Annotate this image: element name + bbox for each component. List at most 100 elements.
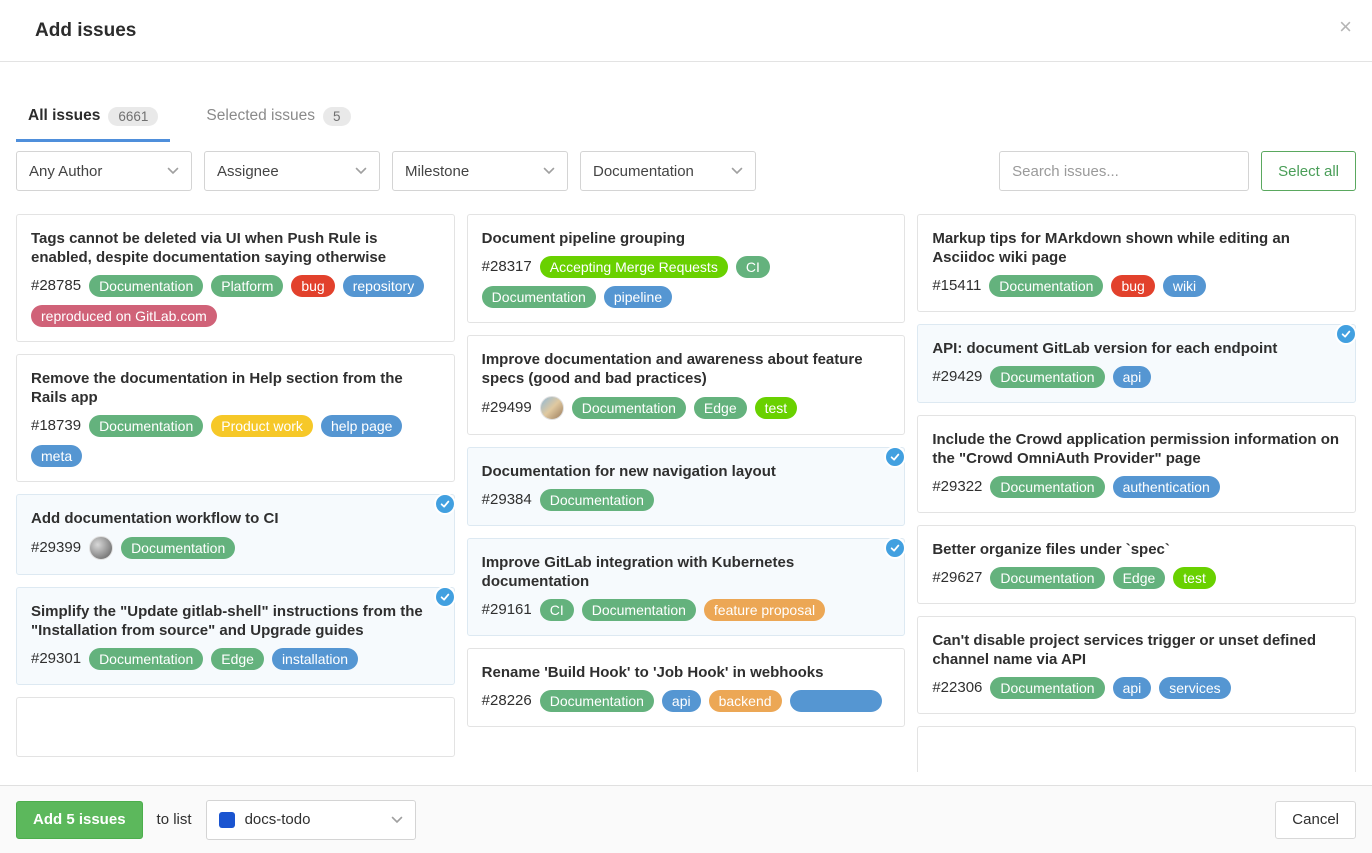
author-filter-dropdown[interactable]: Any Author: [16, 151, 192, 191]
issue-card[interactable]: Include the Crowd application permission…: [917, 415, 1356, 513]
issue-label[interactable]: api: [1113, 677, 1152, 699]
issue-label[interactable]: bug: [291, 275, 334, 297]
issue-label[interactable]: Edge: [694, 397, 747, 419]
chevron-down-icon: [355, 167, 367, 175]
list-name-label: docs-todo: [245, 811, 311, 828]
list-select-dropdown[interactable]: docs-todo: [206, 800, 416, 840]
issue-id: #29627: [932, 567, 982, 589]
select-all-button[interactable]: Select all: [1261, 151, 1356, 191]
issue-card[interactable]: Better organize files under `spec` #2962…: [917, 525, 1356, 604]
issue-card[interactable]: Documentation for new navigation layout …: [467, 447, 906, 526]
issue-title: API: document GitLab version for each en…: [932, 339, 1341, 358]
issue-card[interactable]: API: document GitLab version for each en…: [917, 324, 1356, 403]
issue-label[interactable]: Accepting Merge Requests: [540, 256, 728, 278]
issue-label[interactable]: api: [662, 690, 701, 712]
search-issues-input[interactable]: [999, 151, 1249, 191]
issue-card[interactable]: Remove the documentation in Help section…: [16, 354, 455, 482]
issue-id: #22306: [932, 677, 982, 699]
issue-label[interactable]: Documentation: [89, 275, 203, 297]
cancel-button[interactable]: Cancel: [1275, 801, 1356, 839]
issue-card[interactable]: Can't disable project services trigger o…: [917, 616, 1356, 714]
issue-label[interactable]: Documentation: [582, 599, 696, 621]
issue-label[interactable]: authentication: [1113, 476, 1220, 498]
issue-id: #28785: [31, 275, 81, 297]
issue-label[interactable]: repository: [343, 275, 424, 297]
issue-label[interactable]: Documentation: [540, 690, 654, 712]
issue-label[interactable]: Documentation: [482, 286, 596, 308]
issue-card-clipped[interactable]: [16, 697, 455, 757]
issue-card[interactable]: Rename 'Build Hook' to 'Job Hook' in web…: [467, 648, 906, 727]
issue-card[interactable]: Document pipeline grouping #28317 Accept…: [467, 214, 906, 323]
issue-label[interactable]: installation: [272, 648, 358, 670]
issue-label[interactable]: Edge: [211, 648, 264, 670]
tab-all-issues[interactable]: All issues 6661: [16, 107, 170, 143]
issue-label[interactable]: Platform: [211, 275, 283, 297]
issue-card[interactable]: Add documentation workflow to CI #29399 …: [16, 494, 455, 575]
issue-label[interactable]: Documentation: [540, 489, 654, 511]
issue-label[interactable]: test: [755, 397, 798, 419]
issue-title: Better organize files under `spec`: [932, 540, 1341, 559]
issue-board-columns: Tags cannot be deleted via UI when Push …: [16, 214, 1356, 772]
label-filter-dropdown[interactable]: Documentation: [580, 151, 756, 191]
issue-label[interactable]: bug: [1111, 275, 1154, 297]
issue-meta: #29384 Documentation: [482, 489, 891, 511]
tab-selected-issues[interactable]: Selected issues 5: [194, 107, 362, 143]
issue-card[interactable]: Improve GitLab integration with Kubernet…: [467, 538, 906, 636]
tab-count-badge: 6661: [108, 107, 158, 127]
issue-card[interactable]: Simplify the "Update gitlab-shell" instr…: [16, 587, 455, 685]
issue-label[interactable]: Documentation: [989, 275, 1103, 297]
issue-label[interactable]: feature proposal: [704, 599, 825, 621]
issue-card-clipped[interactable]: [917, 726, 1356, 772]
issue-label[interactable]: Documentation: [121, 537, 235, 559]
issue-card[interactable]: Improve documentation and awareness abou…: [467, 335, 906, 435]
add-issues-button[interactable]: Add 5 issues: [16, 801, 143, 839]
tab-count-badge: 5: [323, 107, 351, 127]
issue-meta: #29499 Documentation Edge test: [482, 396, 891, 420]
issue-meta: #22306 Documentation api services: [932, 677, 1341, 699]
issue-label[interactable]: Documentation: [89, 415, 203, 437]
issue-title: Rename 'Build Hook' to 'Job Hook' in web…: [482, 663, 891, 682]
assignee-filter-dropdown[interactable]: Assignee: [204, 151, 380, 191]
label-filter-label: Documentation: [593, 163, 694, 180]
issue-title: Include the Crowd application permission…: [932, 430, 1341, 468]
issue-meta: #28785 Documentation Platform bug repositor…: [31, 275, 440, 327]
issue-id: #18739: [31, 415, 81, 437]
issue-meta: #28226 Documentation api backend: [482, 690, 891, 712]
issue-label[interactable]: api: [1113, 366, 1152, 388]
issue-id: #29499: [482, 397, 532, 419]
issue-label[interactable]: CI: [736, 256, 770, 278]
issue-id: #29301: [31, 648, 81, 670]
selected-check-icon: [434, 586, 456, 608]
issue-label[interactable]: Edge: [1113, 567, 1166, 589]
issue-id: #28226: [482, 690, 532, 712]
issue-label[interactable]: wiki: [1163, 275, 1206, 297]
issue-label[interactable]: meta: [31, 445, 82, 467]
issue-card[interactable]: Markup tips for MArkdown shown while edi…: [917, 214, 1356, 312]
issue-meta: #15411 Documentationbugwiki: [932, 275, 1341, 297]
issue-card[interactable]: Tags cannot be deleted via UI when Push …: [16, 214, 455, 342]
issue-label[interactable]: Documentation: [990, 677, 1104, 699]
issue-label[interactable]: pipeline: [604, 286, 672, 308]
issue-label[interactable]: [790, 690, 882, 712]
issue-id: #29322: [932, 476, 982, 498]
issue-label[interactable]: Documentation: [572, 397, 686, 419]
issue-label[interactable]: Product work: [211, 415, 313, 437]
close-icon[interactable]: ×: [1339, 16, 1352, 38]
issue-title: Improve GitLab integration with Kubernet…: [482, 553, 891, 591]
issue-label[interactable]: Documentation: [990, 366, 1104, 388]
issue-label[interactable]: services: [1159, 677, 1230, 699]
issue-label[interactable]: Documentation: [89, 648, 203, 670]
issue-label[interactable]: Documentation: [990, 476, 1104, 498]
issue-label[interactable]: reproduced on GitLab.com: [31, 305, 217, 327]
selected-check-icon: [1335, 323, 1356, 345]
issue-label[interactable]: Documentation: [990, 567, 1104, 589]
issue-label[interactable]: test: [1173, 567, 1216, 589]
milestone-filter-dropdown[interactable]: Milestone: [392, 151, 568, 191]
selected-check-icon: [884, 446, 906, 468]
issue-label[interactable]: backend: [709, 690, 782, 712]
issue-label[interactable]: CI: [540, 599, 574, 621]
issue-id: #29161: [482, 599, 532, 621]
chevron-down-icon: [167, 167, 179, 175]
tab-selected-issues-label: Selected issues: [206, 107, 315, 125]
issue-label[interactable]: help page: [321, 415, 403, 437]
